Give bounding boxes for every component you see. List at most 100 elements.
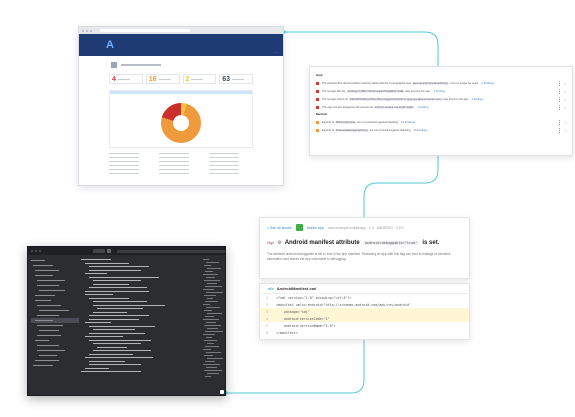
- table-row: [109, 168, 253, 171]
- logo: A: [106, 39, 114, 51]
- resize-handle[interactable]: [220, 390, 224, 394]
- finding-row[interactable]: Exports of FirebaseMessagingActivity are…: [316, 127, 566, 133]
- finding-row[interactable]: The Google API key AIzaSyC7mBKH7Xh1R-qqw…: [316, 88, 566, 94]
- table-row: [109, 172, 253, 175]
- breadcrumb: < See all issues Mobile app com.example.…: [267, 223, 462, 232]
- finding-count-badge[interactable]: 1 Finding: [417, 106, 428, 109]
- chevron-right-icon[interactable]: ›: [565, 120, 566, 125]
- finding-count-badge[interactable]: 1 Finding: [472, 98, 483, 101]
- count-value: 63: [222, 75, 231, 83]
- code-line: [81, 370, 201, 374]
- header-meta: ·····: [274, 50, 279, 54]
- run-button[interactable]: [106, 249, 111, 253]
- finding-text-start: The app process dangerous file access vi…: [322, 105, 374, 109]
- finding-row[interactable]: The app process dangerous file access vi…: [316, 104, 566, 110]
- section-medium: Medium: [316, 112, 328, 116]
- finding-text-end: are not protected against hijacking: [356, 120, 399, 124]
- finding-code: java.security.KeyStoreActivity: [411, 81, 449, 85]
- finding-text: The Android SSL documentation warning st…: [322, 81, 559, 85]
- app-name[interactable]: Mobile app: [307, 226, 324, 230]
- tree-item[interactable]: [31, 363, 79, 368]
- code-lines: 1 <?xml version="1.0" encoding="utf-8"?> 2…: [260, 294, 469, 336]
- finding-text-start: The Google API key: [322, 89, 347, 93]
- see-all-issues-link[interactable]: < See all issues: [267, 226, 292, 230]
- ide-window: [27, 246, 226, 396]
- finding-code: AIzaSyC7mBKH7Xh1R-qqwe7NdqdMNsYAHE: [346, 89, 405, 93]
- count-bar: [158, 78, 171, 80]
- finding-count-badge[interactable]: 10 Findings: [414, 129, 428, 132]
- count-bar: [191, 78, 204, 80]
- finding-text: Exports of FirebaseMessagingActivity are…: [322, 128, 559, 132]
- finding-row[interactable]: Exports of IBActivityActivity are not pr…: [316, 119, 566, 125]
- finding-text-start: Exports of: [322, 120, 335, 124]
- code-line: 4 android:versionCode="1": [260, 315, 469, 322]
- count-bar: [232, 78, 245, 80]
- code-line: 5 android:versionName="1.0">: [260, 322, 469, 329]
- run-config-select[interactable]: [92, 249, 105, 253]
- line-number: 5: [266, 323, 268, 328]
- finding-text-end: must no longer be used.: [448, 81, 479, 85]
- count-info[interactable]: 63: [219, 74, 253, 84]
- issue-detail: < See all issues Mobile app com.example.…: [259, 217, 470, 279]
- line-text: <?xml version="1.0" encoding="utf-8"?>: [276, 295, 352, 300]
- window-dot: [86, 29, 88, 32]
- editor-minimap: [203, 258, 223, 378]
- more-options-icon[interactable]: [558, 119, 561, 125]
- finding-text-end: was found in the app.: [442, 97, 469, 101]
- finding-text-end: are not protected against hijacking: [368, 128, 411, 132]
- app-meta: com.example.mobileapp · 1.0 · ANDROID · …: [327, 225, 404, 230]
- title-code: android:debuggable="true": [362, 241, 420, 245]
- severity-tag: High: [267, 241, 275, 245]
- line-number: 6: [266, 330, 268, 335]
- count-low[interactable]: 2: [182, 74, 217, 84]
- finding-text: Exports of IBActivityActivity are not pr…: [322, 120, 559, 124]
- more-options-icon[interactable]: [558, 96, 561, 102]
- chevron-right-icon[interactable]: ›: [565, 97, 566, 102]
- more-options-icon[interactable]: [558, 127, 561, 133]
- app-icon: [111, 62, 117, 68]
- line-text: </manifest>: [276, 330, 298, 335]
- ide-toolbar: [28, 247, 225, 255]
- url-bar[interactable]: [100, 29, 190, 32]
- line-text: package="sdj": [276, 309, 310, 314]
- chevron-right-icon[interactable]: ›: [565, 128, 566, 133]
- line-number: 4: [266, 316, 268, 321]
- finding-count-badge[interactable]: 1 Finding: [434, 90, 445, 93]
- finding-count-badge[interactable]: 2 Findings: [482, 82, 494, 85]
- finding-row[interactable]: The Android SSL documentation warning st…: [316, 80, 566, 86]
- severity-marker: [316, 89, 319, 93]
- more-options-icon[interactable]: [558, 88, 561, 94]
- finding-code: IBActivityActivity: [334, 120, 357, 124]
- window-dot: [82, 29, 84, 32]
- high-findings: The Android SSL documentation warning st…: [316, 80, 566, 110]
- finding-row[interactable]: The Google OAuth ID 200138761664-b7l6evn…: [316, 96, 566, 102]
- file-header: </> AndroidManifest.xml: [260, 284, 469, 294]
- finding-text-end: was found in the app.: [404, 89, 431, 93]
- code-editor[interactable]: [81, 258, 201, 374]
- more-options-icon[interactable]: [558, 104, 561, 110]
- line-text: android:versionCode="1": [276, 316, 330, 321]
- line-number: 3: [266, 309, 268, 314]
- table-row: [109, 164, 253, 167]
- app-icon: [295, 224, 303, 231]
- ide-search[interactable]: [116, 249, 225, 253]
- finding-text-start: The Android SSL documentation warning st…: [322, 81, 412, 85]
- window-dot: [31, 250, 33, 252]
- severity-marker: [316, 97, 319, 101]
- finding-count-badge[interactable]: 10 Findings: [401, 121, 415, 124]
- chevron-right-icon[interactable]: ›: [565, 105, 566, 110]
- count-medium[interactable]: 16: [145, 74, 180, 84]
- gear-icon: ⚙: [277, 240, 282, 246]
- issue-title: High ⚙ Android manifest attribute androi…: [267, 240, 462, 246]
- code-line: 6 </manifest>: [260, 329, 469, 336]
- findings-list: High The Android SSL documentation warni…: [309, 66, 573, 156]
- chevron-right-icon[interactable]: ›: [565, 89, 566, 94]
- chevron-right-icon[interactable]: ›: [565, 81, 566, 86]
- count-high[interactable]: 4: [109, 74, 143, 84]
- table-row: [109, 156, 253, 159]
- severity-marker: [316, 128, 319, 132]
- findings-table: [79, 148, 283, 178]
- severity-marker: [316, 105, 319, 109]
- finding-code: android.content.ContentProvider: [373, 105, 415, 109]
- more-options-icon[interactable]: [558, 80, 561, 86]
